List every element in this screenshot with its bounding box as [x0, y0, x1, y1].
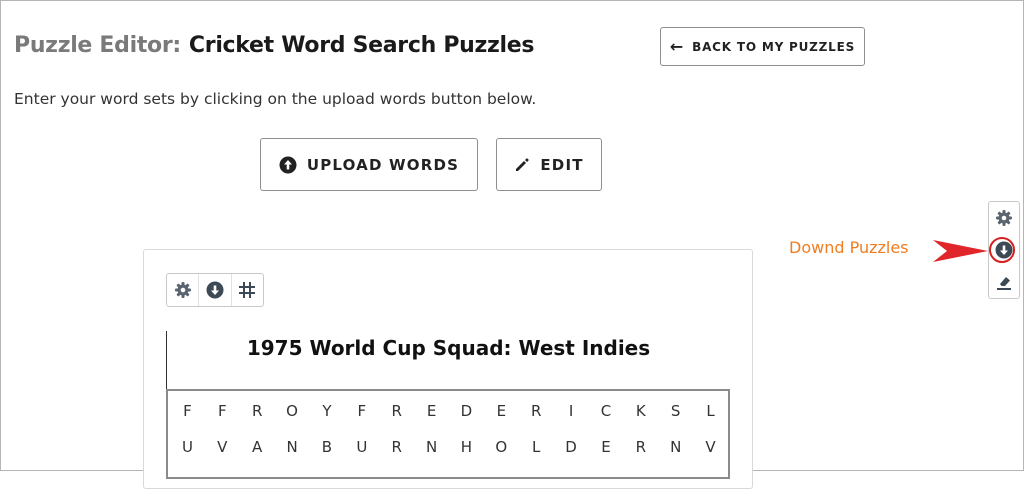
upload-words-label: UPLOAD WORDS — [306, 155, 460, 174]
grid-cell: B — [321, 438, 333, 456]
grid-cell: R — [251, 402, 263, 420]
grid-cell: N — [286, 438, 298, 456]
grid-icon — [239, 282, 256, 298]
grid-cell: F — [217, 402, 227, 420]
annotation-label: Downd Puzzles — [789, 238, 909, 257]
grid-cell: H — [460, 438, 473, 456]
grid-cell: Y — [322, 402, 332, 420]
grid-cell: A — [252, 438, 263, 456]
puzzle-toolbar — [166, 273, 264, 307]
grid-cell: C — [600, 402, 612, 420]
back-to-my-puzzles-button[interactable]: ← BACK TO MY PUZZLES — [660, 27, 865, 66]
gear-icon — [996, 210, 1012, 226]
download-icon — [206, 281, 224, 299]
grid-row: UVANBURNHOLDERNV — [168, 429, 728, 465]
grid-cell: D — [460, 402, 473, 420]
annotation-highlight-circle — [989, 237, 1015, 263]
puzzle-title: 1975 World Cup Squad: West Indies — [246, 336, 651, 360]
grid-cell: K — [635, 402, 646, 420]
grid-cell: R — [635, 438, 647, 456]
puzzle-grid-button[interactable] — [232, 274, 263, 306]
instruction-text: Enter your word sets by clicking on the … — [14, 90, 537, 108]
puzzle-settings-button[interactable] — [167, 274, 200, 306]
grid-cell: L — [532, 438, 541, 456]
gear-icon — [174, 282, 191, 298]
grid-cell: E — [426, 402, 437, 420]
grid-cell: E — [601, 438, 611, 456]
grid-cell: E — [496, 402, 507, 420]
grid-cell: S — [670, 402, 681, 420]
eraser-icon — [997, 277, 1011, 290]
grid-cell: R — [391, 438, 402, 456]
grid-cell: R — [391, 402, 402, 420]
grid-cell: L — [706, 402, 715, 420]
annotation-arrow-icon — [933, 240, 988, 262]
grid-cell: I — [568, 402, 574, 420]
grid-cell: R — [530, 402, 542, 420]
grid-row: FFROYFREDERICKSL — [168, 393, 728, 429]
word-search-grid: F F R O Y F R E D E R I C K S L U V A N B U R N H O L D E R N V — [166, 389, 730, 479]
grid-cell: O — [286, 402, 298, 420]
upload-icon — [279, 156, 297, 173]
pencil-icon — [516, 157, 529, 171]
grid-cell: V — [705, 438, 716, 456]
puzzle-download-button[interactable] — [199, 274, 232, 306]
grid-cell: O — [495, 438, 508, 456]
side-settings-button[interactable] — [989, 203, 1019, 233]
grid-cell: V — [217, 438, 228, 456]
side-eraser-button[interactable] — [989, 267, 1019, 297]
upload-words-button[interactable]: UPLOAD WORDS — [260, 138, 478, 191]
puzzle-name: Cricket Word Search Puzzles — [188, 33, 535, 58]
title-prefix: Puzzle Editor: — [14, 33, 181, 58]
grid-cell: U — [356, 438, 368, 456]
grid-cell: N — [425, 438, 438, 456]
edit-button[interactable]: EDIT — [496, 138, 602, 191]
edit-label: EDIT — [540, 155, 584, 174]
back-button-label: BACK TO MY PUZZLES — [692, 39, 856, 54]
grid-cell: U — [181, 438, 193, 456]
grid-cell: F — [183, 402, 192, 420]
arrow-left-icon: ← — [669, 36, 685, 56]
grid-cell: D — [565, 438, 577, 456]
grid-cell: N — [670, 438, 682, 456]
page-title: Puzzle Editor: Cricket Word Search Puzzle… — [14, 33, 534, 58]
grid-cell: F — [357, 402, 367, 420]
